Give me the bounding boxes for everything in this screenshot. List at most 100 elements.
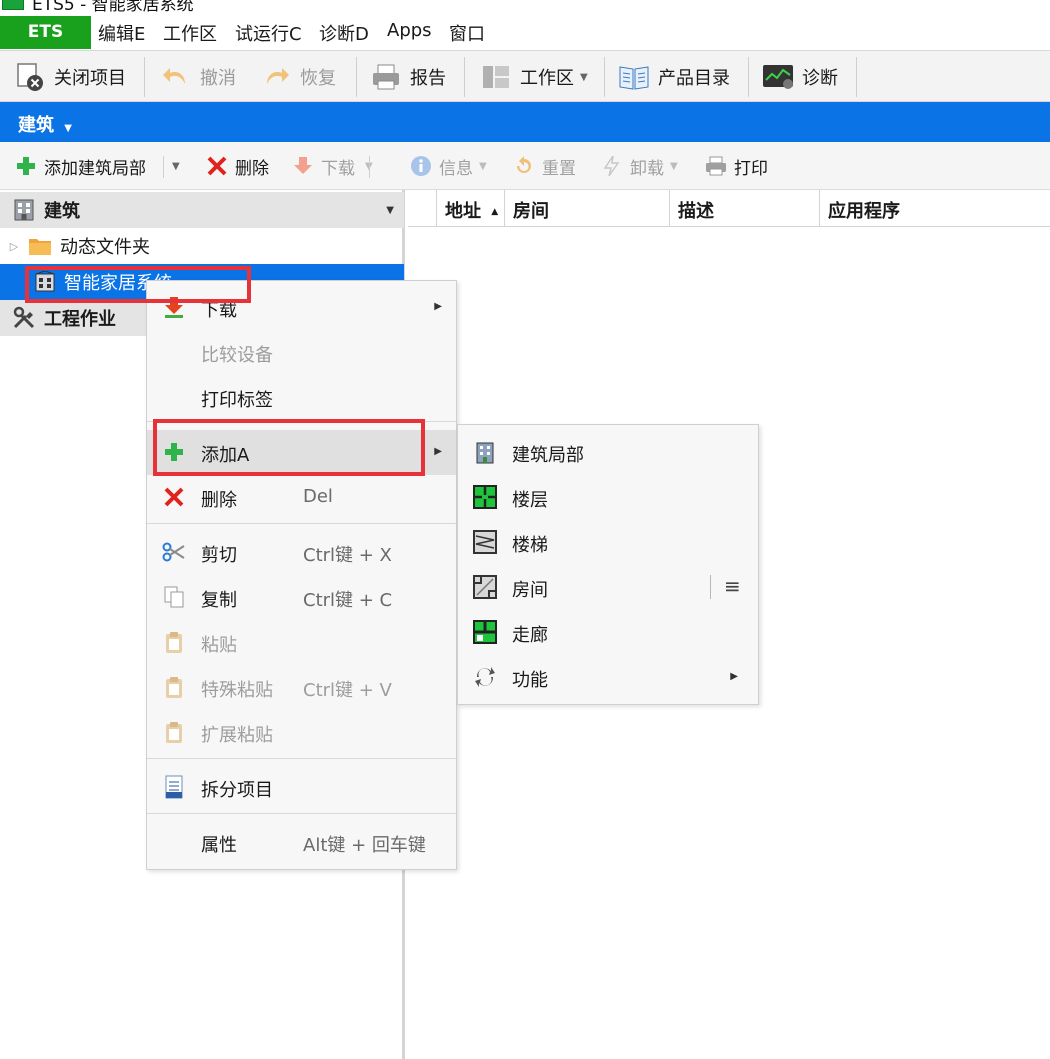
chevron-down-icon: ▼ (172, 160, 180, 172)
submenu-item-corridor[interactable]: 走廊 (458, 610, 758, 655)
project-work-title: 工程作业 (44, 309, 116, 330)
reset-label: 重置 (542, 158, 576, 179)
delete-x-icon (161, 484, 187, 510)
printer-icon (368, 59, 404, 95)
download-arrow-icon (291, 154, 315, 178)
menu-workspace[interactable]: 工作区 (163, 20, 217, 46)
copy-icon (161, 584, 187, 610)
print-label: 打印 (734, 158, 768, 179)
submenu-item-function[interactable]: 功能 ▶ (458, 655, 758, 700)
main-toolbar: 关闭项目 撤消 恢复 报告 工作区 ▼ 产品目录 诊断 (0, 50, 1050, 102)
download-button[interactable]: 下载 ▼ (291, 152, 373, 180)
plus-icon (14, 154, 38, 178)
scissors-icon (161, 539, 187, 565)
panel-title-dropdown[interactable]: 建筑 ▼ (18, 111, 72, 137)
ets-menu-tab[interactable]: ETS (0, 16, 91, 49)
undo-label: 撤消 (200, 68, 236, 89)
diagnostics-button[interactable]: 诊断 (760, 57, 838, 97)
print-button[interactable]: 打印 (704, 152, 768, 180)
menu-apps[interactable]: Apps (387, 20, 432, 41)
stairs-icon (472, 529, 498, 555)
column-room[interactable]: 房间 (504, 190, 669, 227)
submenu-item-building-part[interactable]: 建筑局部 (458, 430, 758, 475)
plus-icon (161, 439, 187, 465)
building-tree-header[interactable]: 建筑 ▼ (0, 192, 404, 228)
reset-button[interactable]: 重置 (512, 152, 576, 180)
menu-item-add[interactable]: 添加A ▶ (147, 430, 456, 475)
printer-icon (704, 154, 728, 178)
menu-item-split-project[interactable]: 拆分项目 (147, 765, 456, 810)
info-icon (409, 154, 433, 178)
catalog-label: 产品目录 (658, 68, 730, 89)
grid-header: 地址 ▲ 房间 描述 应用程序 (408, 190, 1050, 227)
menu-edit[interactable]: 编辑E (98, 20, 145, 46)
menu-item-copy[interactable]: 复制 Ctrl键 + C (147, 575, 456, 620)
workspace-button[interactable]: 工作区 ▼ (478, 57, 588, 97)
workspace-label: 工作区 (520, 68, 574, 89)
undo-button[interactable]: 撤消 (158, 57, 236, 97)
submenu-item-floor[interactable]: 楼层 (458, 475, 758, 520)
toolbar-divider (604, 57, 605, 97)
close-project-label: 关闭项目 (54, 68, 126, 89)
list-menu-icon[interactable]: ≡ (724, 574, 741, 598)
diagnostics-label: 诊断 (802, 68, 838, 89)
tree-item-dynamic-folders[interactable]: ▷ 动态文件夹 (0, 228, 404, 264)
menu-item-properties[interactable]: 属性 Alt键 + 回车键 (147, 820, 456, 865)
menu-window[interactable]: 窗口 (449, 20, 485, 46)
function-refresh-icon (472, 664, 498, 690)
menu-item-paste-special[interactable]: 特殊粘贴 Ctrl键 + V (147, 665, 456, 710)
delete-x-icon (205, 154, 229, 178)
submenu-item-stairway[interactable]: 楼梯 (458, 520, 758, 565)
menu-item-paste-extended[interactable]: 扩展粘贴 (147, 710, 456, 755)
corridor-icon (472, 619, 498, 645)
add-dropdown-arrow[interactable]: ▼ (170, 152, 180, 180)
info-button[interactable]: 信息 ▼ (409, 152, 487, 180)
toolbar-divider (356, 57, 357, 97)
unload-label: 卸载 (630, 158, 664, 179)
chevron-down-icon: ▼ (580, 71, 588, 83)
clipboard-icon (161, 674, 187, 700)
redo-icon (258, 59, 294, 95)
column-description[interactable]: 描述 (669, 190, 819, 227)
delete-button[interactable]: 删除 (205, 152, 269, 180)
menu-item-delete[interactable]: 删除 Del (147, 475, 456, 520)
panel-title-bar: 建筑 ▼ (0, 102, 1050, 142)
submenu-item-room[interactable]: 房间 ≡ (458, 565, 758, 610)
redo-button[interactable]: 恢复 (258, 57, 336, 97)
menu-item-cut[interactable]: 剪切 Ctrl键 + X (147, 530, 456, 575)
menu-item-paste[interactable]: 粘贴 (147, 620, 456, 665)
close-project-button[interactable]: 关闭项目 (12, 57, 126, 97)
menu-diagnostics[interactable]: 诊断D (319, 20, 369, 46)
menu-divider (147, 421, 456, 422)
tools-icon (10, 304, 38, 332)
toolbar-divider (856, 57, 857, 97)
title-bar: ETS5 - 智能家居系统 (0, 0, 1050, 14)
download-arrow-icon (161, 294, 187, 320)
catalog-button[interactable]: 产品目录 (616, 57, 730, 97)
building-icon (10, 196, 38, 224)
column-address[interactable]: 地址 ▲ (436, 190, 504, 227)
window-title: ETS5 - 智能家居系统 (32, 0, 194, 14)
toolbar-divider (748, 57, 749, 97)
menu-divider (147, 758, 456, 759)
menu-item-compare-device[interactable]: 比较设备 (147, 330, 456, 375)
column-application[interactable]: 应用程序 (819, 190, 1050, 227)
submenu-arrow-icon: ▶ (434, 301, 442, 312)
menu-item-print-label[interactable]: 打印标签 (147, 375, 456, 420)
lightning-icon (600, 154, 624, 178)
context-menu: 下载 ▶ 比较设备 打印标签 添加A ▶ 删除 Del 剪切 Ctrl键 + X… (146, 280, 457, 870)
menu-commissioning[interactable]: 试运行C (235, 20, 302, 46)
chevron-down-icon: ▼ (64, 123, 72, 134)
book-icon (616, 59, 652, 95)
menu-item-download[interactable]: 下载 ▶ (147, 285, 456, 330)
tree-item-label: 动态文件夹 (60, 237, 150, 258)
room-icon (472, 574, 498, 600)
report-button[interactable]: 报告 (368, 57, 446, 97)
unload-button[interactable]: 卸载 ▼ (600, 152, 678, 180)
undo-icon (158, 59, 194, 95)
expand-arrow-icon[interactable]: ▷ (0, 240, 28, 253)
add-building-part-button[interactable]: 添加建筑局部 (14, 152, 146, 180)
folder-icon (28, 236, 52, 256)
toolbar-divider (163, 156, 164, 178)
chevron-down-icon: ▼ (386, 204, 394, 216)
